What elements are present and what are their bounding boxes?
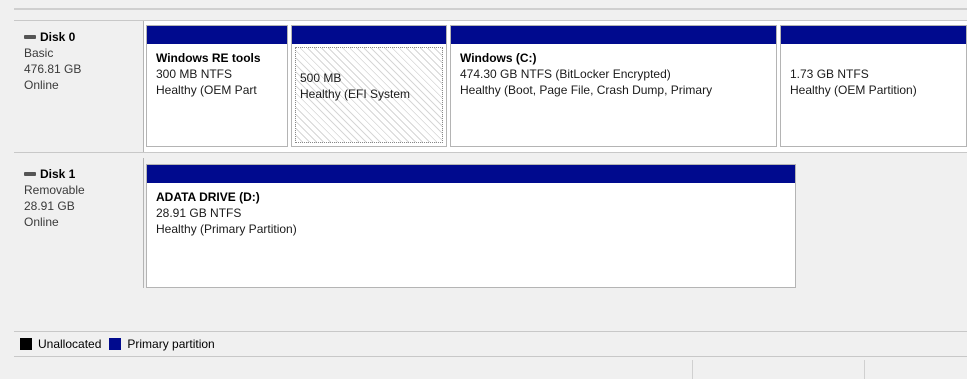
partition-adata-drive[interactable]: ADATA DRIVE (D:) 28.91 GB NTFS Healthy (… <box>146 164 796 288</box>
partition-detail: 474.30 GB NTFS (BitLocker Encrypted) <box>460 67 671 81</box>
status-bar-divider <box>692 360 693 379</box>
top-divider <box>14 8 967 10</box>
partition-name: Windows (C:) <box>460 51 537 65</box>
unallocated-swatch <box>20 338 32 350</box>
disk-info-1[interactable]: Disk 1 Removable 28.91 GB Online <box>14 158 144 288</box>
disk-label-0: Disk 0 <box>40 30 76 44</box>
partition-name: ADATA DRIVE (D:) <box>156 190 260 204</box>
partition-health: Healthy (Boot, Page File, Crash Dump, Pr… <box>460 83 713 97</box>
partition-name <box>790 50 966 66</box>
partition-detail: 300 MB NTFS <box>156 67 233 81</box>
partition-detail: 500 MB <box>300 71 342 85</box>
primary-partition-swatch <box>109 338 122 350</box>
partition-health: Healthy (OEM Part <box>156 83 257 97</box>
selection-focus: 500 MB Healthy (EFI System <box>295 47 443 143</box>
partition-name <box>300 54 442 70</box>
partition-legend: Unallocated Primary partition <box>14 331 967 357</box>
partition-bar <box>292 26 446 44</box>
disk-size-0: 476.81 GB <box>24 62 82 76</box>
disk-name-0: Disk 0 <box>24 29 143 45</box>
disk-size-1: 28.91 GB <box>24 199 75 213</box>
partition-bar <box>147 26 287 44</box>
disk-row-0: Disk 0 Basic 476.81 GB Online Windows RE… <box>14 20 967 153</box>
partition-detail: 28.91 GB NTFS <box>156 206 242 220</box>
disk-type-0: Basic <box>24 46 54 60</box>
disk-label-1: Disk 1 <box>40 167 76 181</box>
partition-bar <box>781 26 966 44</box>
partition-strip-0: Windows RE tools 300 MB NTFS Healthy (OE… <box>146 25 967 147</box>
partition-windows-c[interactable]: Windows (C:) 474.30 GB NTFS (BitLocker E… <box>450 25 777 147</box>
partition-health: Healthy (Primary Partition) <box>156 222 297 236</box>
legend-primary-label: Primary partition <box>127 337 215 351</box>
partition-health: Healthy (EFI System <box>300 87 411 101</box>
disk-status-0: Online <box>24 78 59 92</box>
partition-efi-system[interactable]: 500 MB Healthy (EFI System <box>291 25 447 147</box>
disk-row-1: Disk 1 Removable 28.91 GB Online ADATA D… <box>14 158 967 289</box>
disk-type-1: Removable <box>24 183 85 197</box>
legend-unallocated: Unallocated <box>20 337 101 351</box>
partition-health: Healthy (OEM Partition) <box>790 83 917 97</box>
partition-strip-1: ADATA DRIVE (D:) 28.91 GB NTFS Healthy (… <box>146 164 796 288</box>
legend-primary: Primary partition <box>109 337 215 351</box>
disk-drive-icon <box>24 35 36 39</box>
partition-bar <box>147 165 795 183</box>
partition-name: Windows RE tools <box>156 51 261 65</box>
disk-drive-icon <box>24 172 36 176</box>
disk-status-1: Online <box>24 215 59 229</box>
disk-info-0[interactable]: Disk 0 Basic 476.81 GB Online <box>14 21 144 152</box>
legend-unallocated-label: Unallocated <box>38 337 102 351</box>
status-bar-divider <box>864 360 865 379</box>
partition-detail: 1.73 GB NTFS <box>790 67 869 81</box>
status-bar <box>14 358 967 379</box>
partition-oem[interactable]: 1.73 GB NTFS Healthy (OEM Partition) <box>780 25 967 147</box>
partition-bar <box>451 26 776 44</box>
partition-windows-re-tools[interactable]: Windows RE tools 300 MB NTFS Healthy (OE… <box>146 25 288 147</box>
disk-name-1: Disk 1 <box>24 166 143 182</box>
